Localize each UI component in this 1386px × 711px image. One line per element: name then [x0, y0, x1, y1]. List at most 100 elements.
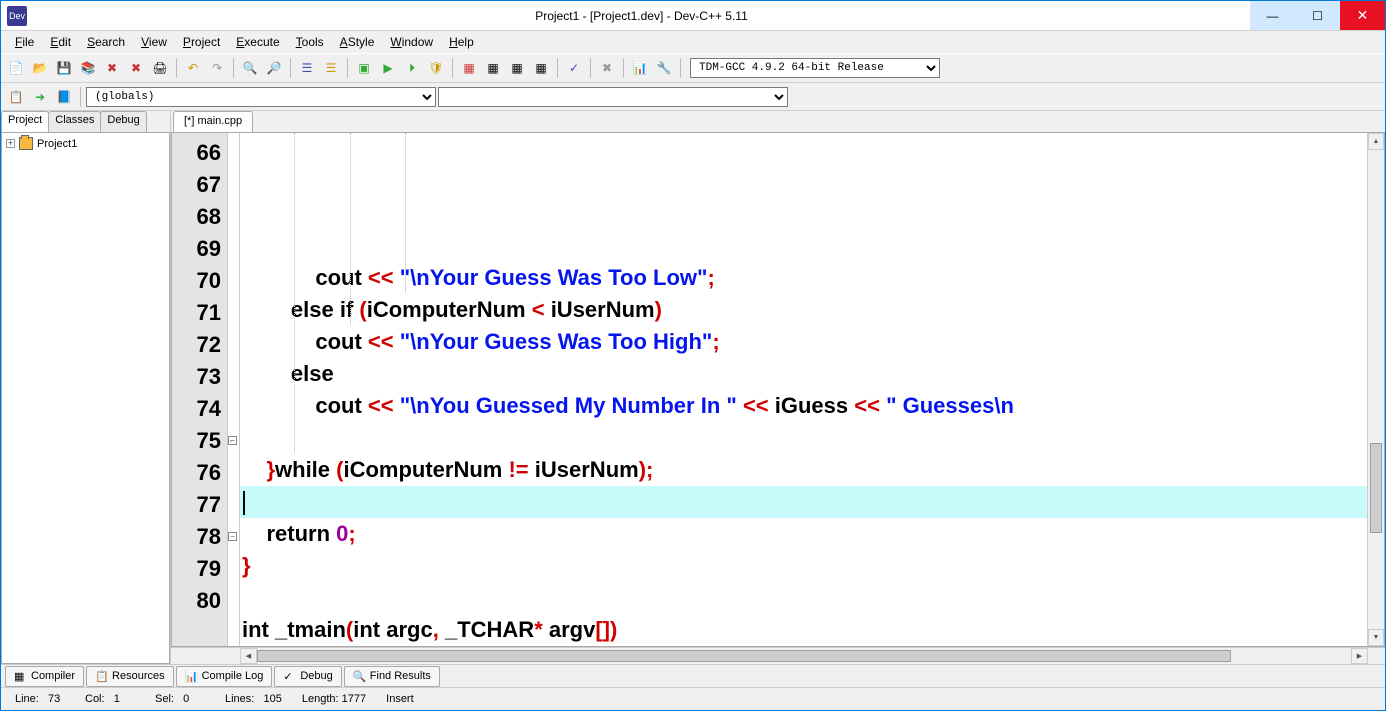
vertical-scrollbar[interactable]: ▲ ▼	[1367, 133, 1384, 646]
file-tab-main[interactable]: [*] main.cpp	[173, 111, 253, 132]
scroll-up-icon[interactable]: ▲	[1368, 133, 1384, 150]
window-title: Project1 - [Project1.dev] - Dev-C++ 5.11	[33, 9, 1250, 23]
file-tab-label: [*] main.cpp	[184, 115, 242, 127]
bottomtab-icon: ✓	[283, 670, 296, 683]
tree-expand-icon[interactable]: +	[6, 139, 15, 148]
fold-open-icon[interactable]: −	[228, 532, 237, 541]
vertical-scroll-thumb[interactable]	[1370, 443, 1382, 533]
sidetab-classes[interactable]: Classes	[48, 111, 101, 132]
scope-select[interactable]: (globals)	[86, 87, 436, 107]
delete-icon[interactable]: ✖	[596, 57, 618, 79]
step-icon[interactable]: ▦	[506, 57, 528, 79]
print-icon[interactable]: 🖨	[149, 57, 171, 79]
profile-icon[interactable]: 📊	[629, 57, 651, 79]
rebuild-icon[interactable]: 🛡	[425, 57, 447, 79]
code-line[interactable]	[240, 422, 1367, 454]
menu-execute[interactable]: Execute	[228, 33, 287, 51]
project-tree[interactable]: + Project1	[1, 132, 170, 664]
compiler-select[interactable]: TDM-GCC 4.9.2 64-bit Release	[690, 58, 940, 78]
code-line[interactable]: cout << "\nYour Guess Was Too High";	[240, 326, 1367, 358]
bottomtab-icon: 📋	[95, 670, 108, 683]
open-file-icon[interactable]: 📂	[29, 57, 51, 79]
bookmark-icon[interactable]: ☰	[320, 57, 342, 79]
code-line[interactable]: else if (iComputerNum < iUserNum)	[240, 294, 1367, 326]
code-line[interactable]: }while (iComputerNum != iUserNum);	[240, 454, 1367, 486]
maximize-button[interactable]: ☐	[1295, 1, 1340, 30]
bottomtab-icon: 🔍	[353, 670, 366, 683]
sidetab-project[interactable]: Project	[1, 111, 49, 132]
scroll-left-icon[interactable]: ◀	[240, 648, 257, 664]
menu-astyle[interactable]: AStyle	[332, 33, 383, 51]
line-number: 75	[172, 425, 227, 457]
tree-root-node[interactable]: + Project1	[6, 137, 165, 150]
menu-help[interactable]: Help	[441, 33, 482, 51]
code-content[interactable]: cout << "\nYour Guess Was Too Low"; else…	[240, 133, 1367, 646]
bottomtab-icon: ▦	[14, 670, 27, 683]
menu-file[interactable]: File	[7, 33, 42, 51]
code-line[interactable]: }	[240, 550, 1367, 582]
run-icon[interactable]: ▶	[377, 57, 399, 79]
bottom-tabs: ▦Compiler📋Resources📊Compile Log✓Debug🔍Fi…	[1, 664, 1385, 688]
close-all-icon[interactable]: ✖	[125, 57, 147, 79]
code-line[interactable]: cout << "\nYou Guessed My Number In " <<…	[240, 390, 1367, 422]
separator	[80, 87, 81, 107]
code-line[interactable]: else	[240, 358, 1367, 390]
compile-icon[interactable]: ▣	[353, 57, 375, 79]
hscroll-track[interactable]	[257, 648, 1351, 664]
bottomtab-resources[interactable]: 📋Resources	[86, 666, 174, 687]
bottomtab-compiler[interactable]: ▦Compiler	[5, 666, 84, 687]
separator	[233, 58, 234, 78]
goto-impl-icon[interactable]: 📘	[53, 86, 75, 108]
save-icon[interactable]: 💾	[53, 57, 75, 79]
app-icon: Dev	[7, 6, 27, 26]
goto-line-icon[interactable]: ☰	[296, 57, 318, 79]
fold-end-icon[interactable]: ⌐	[228, 436, 237, 445]
statusbar: Line: 73 Col: 1 Sel: 0 Lines: 105 Length…	[1, 688, 1385, 710]
line-number: 68	[172, 201, 227, 233]
undo-icon[interactable]: ↶	[182, 57, 204, 79]
new-file-icon[interactable]: 📄	[5, 57, 27, 79]
menu-edit[interactable]: Edit	[42, 33, 79, 51]
sidetab-debug[interactable]: Debug	[100, 111, 146, 132]
menu-view[interactable]: View	[133, 33, 175, 51]
code-line[interactable]: int _tmain(int argc, _TCHAR* argv[])	[240, 614, 1367, 646]
scroll-right-icon[interactable]: ▶	[1351, 648, 1368, 664]
menu-tools[interactable]: Tools	[288, 33, 332, 51]
code-line[interactable]: cout << "\nYour Guess Was Too Low";	[240, 262, 1367, 294]
stop-icon[interactable]: ▦	[482, 57, 504, 79]
redo-icon[interactable]: ↷	[206, 57, 228, 79]
bottomtab-find-results[interactable]: 🔍Find Results	[344, 666, 440, 687]
horizontal-scrollbar[interactable]: ◀ ▶	[171, 647, 1385, 664]
member-select[interactable]	[438, 87, 788, 107]
scroll-down-icon[interactable]: ▼	[1368, 629, 1384, 646]
bottomtab-compile-log[interactable]: 📊Compile Log	[176, 666, 273, 687]
hscroll-corner	[1368, 648, 1385, 664]
menu-window[interactable]: Window	[382, 33, 441, 51]
new-class-icon[interactable]: 📋	[5, 86, 27, 108]
code-line[interactable]	[240, 486, 1367, 518]
bottomtab-icon: 📊	[185, 670, 198, 683]
code-editor[interactable]: 666768697071727374757677787980 ⌐− cout <…	[171, 133, 1385, 647]
find-icon[interactable]: 🔍	[239, 57, 261, 79]
line-number: 70	[172, 265, 227, 297]
minimize-button[interactable]: —	[1250, 1, 1295, 30]
check-icon[interactable]: ✓	[563, 57, 585, 79]
code-line[interactable]	[240, 582, 1367, 614]
debug-icon[interactable]: ▦	[458, 57, 480, 79]
close-button[interactable]: ✕	[1340, 1, 1385, 30]
goto-decl-icon[interactable]: ➜	[29, 86, 51, 108]
replace-icon[interactable]: 🔎	[263, 57, 285, 79]
fold-gutter[interactable]: ⌐−	[228, 133, 240, 646]
bottomtab-debug[interactable]: ✓Debug	[274, 666, 341, 687]
line-number: 71	[172, 297, 227, 329]
save-all-icon[interactable]: 📚	[77, 57, 99, 79]
compile-run-icon[interactable]: ⏵	[401, 57, 423, 79]
close-file-icon[interactable]: ✖	[101, 57, 123, 79]
menu-search[interactable]: Search	[79, 33, 133, 51]
menu-project[interactable]: Project	[175, 33, 228, 51]
separator	[680, 58, 681, 78]
step-over-icon[interactable]: ▦	[530, 57, 552, 79]
tool-icon[interactable]: 🔧	[653, 57, 675, 79]
horizontal-scroll-thumb[interactable]	[257, 650, 1231, 662]
code-line[interactable]: return 0;	[240, 518, 1367, 550]
